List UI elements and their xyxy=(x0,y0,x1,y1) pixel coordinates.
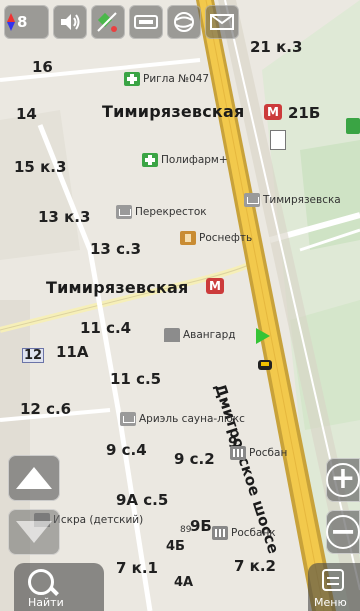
shop-icon xyxy=(116,205,132,219)
pharmacy-icon xyxy=(346,118,360,134)
plus-icon: + xyxy=(326,463,360,497)
traffic-icon[interactable] xyxy=(129,5,163,39)
speaker-icon xyxy=(61,14,80,30)
house-number: 12 xyxy=(22,348,45,363)
menu-button[interactable]: Меню xyxy=(308,563,360,611)
house-number: 9А с.5 xyxy=(116,491,169,509)
poi-shop[interactable]: Перекресток xyxy=(116,205,207,219)
house-number: 13 к.3 xyxy=(38,208,91,226)
message-icon[interactable] xyxy=(205,5,239,39)
poi-pharmacy[interactable]: Полифарм+ xyxy=(142,153,228,167)
poi-fuel[interactable]: Роснефть xyxy=(180,231,252,245)
minus-icon: − xyxy=(326,515,360,549)
poi-label: Полифарм+ xyxy=(161,154,228,166)
menu-icon xyxy=(322,569,344,591)
street-label: Тимирязевская xyxy=(102,102,245,121)
current-position-icon xyxy=(256,328,270,344)
satellite-icon xyxy=(97,12,117,32)
poi-label: Ариэль сауна-люкс xyxy=(139,413,245,425)
house-number: 11А xyxy=(56,343,89,361)
top-toolbar: 8 xyxy=(0,0,360,44)
route-icon[interactable] xyxy=(167,5,201,39)
find-label: Найти xyxy=(28,596,64,609)
poi-pharmacy[interactable]: Ригла №047 xyxy=(124,72,209,86)
find-button[interactable]: Найти xyxy=(14,563,104,611)
search-icon xyxy=(28,569,54,595)
house-number: 9 с.4 xyxy=(106,441,147,459)
house-number: 4Б xyxy=(166,539,185,554)
house-number: 15 к.3 xyxy=(14,158,67,176)
metro-icon xyxy=(264,104,282,120)
compass-needle-icon xyxy=(7,13,15,31)
shop-icon xyxy=(120,412,136,426)
gps-signal-icon[interactable] xyxy=(91,5,125,39)
zoom-out-button[interactable]: − xyxy=(326,510,360,554)
menu-label: Меню xyxy=(314,596,347,609)
house-number: 13 с.3 xyxy=(90,240,142,258)
navigation-app: 21 к.3 16 14 21Б 15 к.3 13 к.3 13 с.3 11… xyxy=(0,0,360,611)
house-number: 16 xyxy=(32,58,53,76)
poi-label: Роснефть xyxy=(199,232,253,244)
house-number: 9Б xyxy=(190,517,212,535)
poi-label: Искра (детский) xyxy=(53,514,144,526)
house-number: 9 с.2 xyxy=(174,450,215,468)
fuel-station-icon xyxy=(180,231,196,245)
poi-label: Ригла №047 xyxy=(143,73,210,85)
car-icon xyxy=(258,360,272,370)
poi-label: Авангард xyxy=(183,329,236,341)
bank-icon xyxy=(230,446,246,460)
house-number: 14 xyxy=(16,105,37,123)
envelope-icon xyxy=(210,14,234,30)
building-icon xyxy=(164,328,180,342)
bank-icon xyxy=(212,526,228,540)
poi-bank[interactable]: Росбан xyxy=(230,446,287,460)
house-number: 7 к.2 xyxy=(234,557,276,575)
poi-label: 89 xyxy=(180,525,192,535)
pharmacy-icon xyxy=(142,153,158,167)
scroll-up-button[interactable] xyxy=(8,455,60,501)
poi-label: Перекресток xyxy=(135,206,207,218)
road-sign-icon xyxy=(134,15,158,29)
house-number: 11 с.5 xyxy=(110,370,162,388)
poi-bank[interactable]: Росбанк xyxy=(212,526,276,540)
globe-icon xyxy=(174,12,194,32)
house-number: 11 с.4 xyxy=(80,319,132,337)
house-number: 12 с.6 xyxy=(20,400,72,418)
arrow-up-icon xyxy=(16,467,52,489)
scroll-down-button[interactable] xyxy=(8,509,60,555)
zoom-in-button[interactable]: + xyxy=(326,458,360,502)
compass-icon[interactable]: 8 xyxy=(4,5,49,39)
house-number: 7 к.1 xyxy=(116,559,158,577)
metro-icon xyxy=(206,278,224,294)
pharmacy-icon xyxy=(124,72,140,86)
volume-icon[interactable] xyxy=(53,5,87,39)
poi-label: Росбанк xyxy=(231,527,276,539)
arrow-down-icon xyxy=(16,521,52,543)
poi-building[interactable]: Авангард xyxy=(164,328,236,342)
house-number: 21Б xyxy=(288,104,321,122)
poi-label: Росбан xyxy=(249,447,288,459)
phone-icon xyxy=(270,130,286,150)
shop-icon xyxy=(244,193,260,207)
poi-shop[interactable]: Ариэль сауна-люкс xyxy=(120,412,245,426)
house-number: 4А xyxy=(174,575,194,590)
street-label: Тимирязевская xyxy=(46,278,189,297)
compass-value: 8 xyxy=(17,13,28,31)
poi-shop[interactable]: Тимирязевска xyxy=(244,193,341,207)
poi-label: Тимирязевска xyxy=(263,194,341,206)
